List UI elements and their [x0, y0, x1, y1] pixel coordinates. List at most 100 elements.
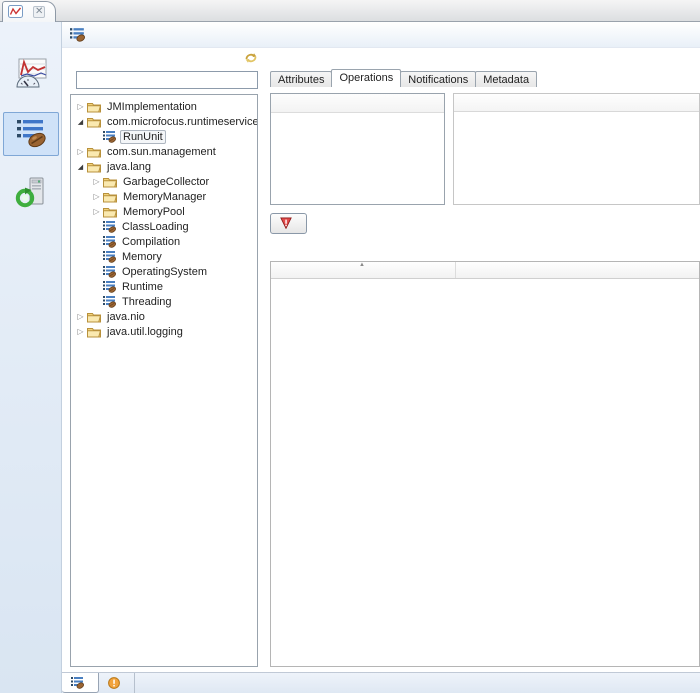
mbean-icon — [103, 220, 116, 233]
editor-tab-userununit[interactable]: ✕ — [2, 1, 56, 22]
tree-item[interactable]: GarbageCollector — [71, 174, 257, 189]
expand-arrow-icon[interactable] — [90, 190, 103, 203]
expand-arrow-icon[interactable] — [74, 310, 87, 323]
expand-arrow-icon[interactable] — [74, 160, 87, 174]
tree-item[interactable]: java.util.logging — [71, 324, 257, 339]
expand-arrow-icon[interactable] — [74, 325, 87, 338]
operations-list-header[interactable] — [271, 94, 444, 113]
tree-item[interactable]: com.sun.management — [71, 144, 257, 159]
tree-item-label: ClassLoading — [120, 221, 191, 233]
feature-tab-label: Attributes — [278, 74, 324, 86]
tree-item-label: com.microfocus.runtimeservices — [105, 116, 258, 128]
rail-item-general[interactable] — [3, 52, 59, 96]
tree-item[interactable]: ClassLoading — [71, 219, 257, 234]
tree-item[interactable]: MemoryManager — [71, 189, 257, 204]
tree-item[interactable]: java.lang — [71, 159, 257, 174]
mbean-browser-editor: JMImplementation com.microfocus.runtimes… — [62, 22, 700, 693]
operation-icon — [280, 217, 292, 229]
expand-arrow-icon[interactable] — [74, 115, 87, 129]
tree-item[interactable]: Compilation — [71, 234, 257, 249]
tree-item-label: OperatingSystem — [120, 266, 209, 278]
tree-item-label: Threading — [120, 296, 174, 308]
mbeans-icon — [15, 117, 47, 149]
folder-icon — [87, 311, 101, 323]
chart-tab-icon — [8, 5, 23, 18]
feature-tab[interactable]: Attributes — [270, 71, 332, 87]
mbean-icon — [103, 250, 116, 263]
expand-arrow-icon[interactable] — [74, 100, 87, 113]
mbean-browser-icon — [70, 27, 85, 42]
sort-ascending-icon: ▲ — [359, 262, 365, 268]
mbean-features-pane: Attributes Operations Notifications Meta… — [270, 48, 700, 672]
tree-item[interactable]: Runtime — [71, 279, 257, 294]
tree-item[interactable]: Memory — [71, 249, 257, 264]
tree-item-label: MemoryPool — [121, 206, 187, 218]
tree-item-label: RunUnit — [120, 130, 166, 144]
feature-tab-label: Metadata — [483, 74, 529, 86]
tree-item-label: Memory — [120, 251, 164, 263]
parameters-table — [453, 93, 700, 205]
tree-item-label: java.nio — [105, 311, 147, 323]
folder-icon — [103, 191, 117, 203]
tree-item[interactable]: OperatingSystem — [71, 264, 257, 279]
folder-icon — [87, 161, 101, 173]
filter-input[interactable] — [76, 71, 258, 89]
tree-item[interactable]: java.nio — [71, 309, 257, 324]
warning-icon — [108, 677, 120, 689]
results-name-column-header[interactable]: ▲ — [271, 262, 456, 278]
folder-icon — [87, 326, 101, 338]
folder-icon — [103, 176, 117, 188]
view-header — [62, 22, 700, 48]
mbean-tree-pane: JMImplementation com.microfocus.runtimes… — [70, 48, 262, 672]
results-tree-table: ▲ — [270, 261, 700, 667]
feature-tab-label: Notifications — [408, 74, 468, 86]
folder-icon — [87, 146, 101, 158]
rail-item-mbeans[interactable] — [3, 112, 59, 156]
feature-tab[interactable]: Notifications — [400, 71, 476, 87]
runtime-icon — [15, 177, 47, 209]
feature-tab[interactable]: Operations — [331, 69, 401, 87]
execute-button[interactable] — [270, 213, 307, 234]
tree-item-label: JMImplementation — [105, 101, 199, 113]
mbean-tree[interactable]: JMImplementation com.microfocus.runtimes… — [70, 94, 258, 667]
close-icon[interactable]: ✕ — [33, 6, 45, 18]
expand-arrow-icon[interactable] — [90, 205, 103, 218]
rail-item-runtime[interactable] — [3, 172, 59, 216]
general-chart-icon — [15, 57, 47, 89]
feature-tabs: Attributes Operations Notifications Meta… — [270, 69, 700, 87]
expand-arrow-icon[interactable] — [90, 175, 103, 188]
tree-item[interactable]: Threading — [71, 294, 257, 309]
tree-item-label: Compilation — [120, 236, 182, 248]
footer-tab-triggers[interactable] — [99, 673, 135, 693]
tree-item-label: MemoryManager — [121, 191, 208, 203]
mbean-icon — [103, 295, 116, 308]
result-timestamp-tabs — [270, 243, 700, 261]
mbean-browser-icon — [71, 676, 84, 689]
mbean-icon — [103, 265, 116, 278]
tree-item-label: GarbageCollector — [121, 176, 211, 188]
results-rows — [271, 279, 699, 666]
tree-item[interactable]: RunUnit — [71, 129, 257, 144]
category-rail — [0, 22, 62, 693]
tree-item-label: Runtime — [120, 281, 165, 293]
mbean-icon — [103, 280, 116, 293]
feature-tab-label: Operations — [339, 72, 393, 84]
bottom-view-tabs — [62, 672, 700, 693]
tree-item-label: java.util.logging — [105, 326, 185, 338]
mbean-icon — [103, 130, 116, 143]
mbean-icon — [103, 235, 116, 248]
tree-item[interactable]: JMImplementation — [71, 99, 257, 114]
expand-arrow-icon[interactable] — [74, 145, 87, 158]
operations-list — [270, 93, 445, 205]
tree-item[interactable]: MemoryPool — [71, 204, 257, 219]
synchronize-icon[interactable] — [244, 52, 258, 64]
folder-icon — [103, 206, 117, 218]
footer-tab-mbean-browser[interactable] — [62, 673, 99, 693]
folder-icon — [87, 116, 101, 128]
feature-tab[interactable]: Metadata — [475, 71, 537, 87]
editor-tab-bar: ✕ — [0, 0, 700, 22]
tree-item-label: com.sun.management — [105, 146, 218, 158]
tree-item-label: java.lang — [105, 161, 153, 173]
tree-item[interactable]: com.microfocus.runtimeservices — [71, 114, 257, 129]
folder-icon — [87, 101, 101, 113]
